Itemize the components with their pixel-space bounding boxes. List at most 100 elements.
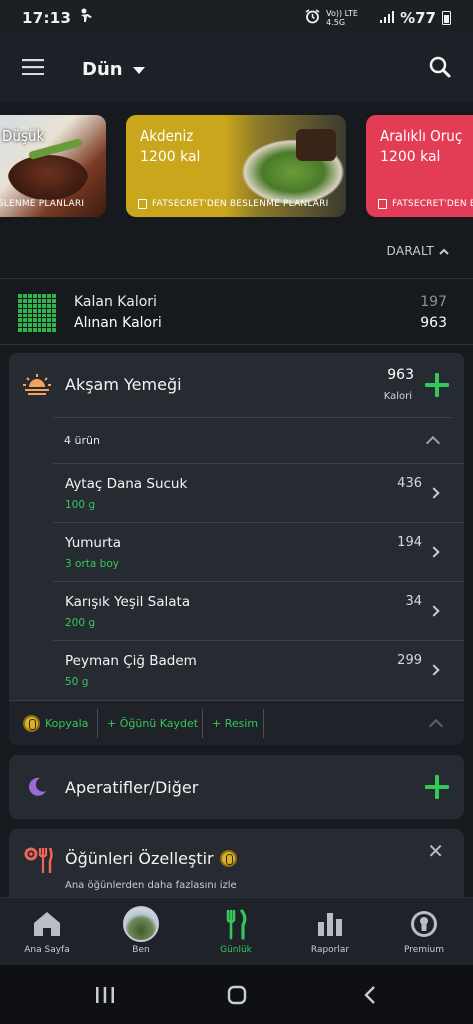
premium-coin-icon — [219, 850, 237, 867]
add-photo-button[interactable]: + Resim — [212, 701, 258, 746]
add-snack-button[interactable] — [425, 775, 449, 799]
plan-food-image — [8, 155, 88, 200]
grid-cell — [18, 298, 22, 303]
customize-subtitle: Ana öğünlerden daha fazlasını izle — [65, 880, 237, 891]
grid-cell — [42, 323, 47, 328]
food-quantity: 3 orta boy — [65, 558, 119, 570]
plan-card-low[interactable]: Düşük ESLENME PLANLARI — [0, 115, 106, 217]
consumed-calories-label: Alınan Kalori — [74, 315, 162, 331]
save-meal-button[interactable]: + Öğünü Kaydet — [107, 701, 198, 746]
divider — [0, 278, 473, 279]
consumed-calories-value: 963 — [420, 315, 447, 331]
grid-cell — [42, 298, 47, 303]
grid-cell — [27, 328, 32, 332]
plan-footer: ESLENME PLANLARI — [0, 199, 85, 209]
dinner-kcal: 963 — [387, 367, 414, 383]
food-item-row[interactable]: Peyman Çiğ Badem 50 g 299 — [53, 640, 464, 700]
grid-cell — [22, 323, 27, 328]
food-item-row[interactable]: Aytaç Dana Sucuk 100 g 436 — [53, 463, 464, 522]
grid-cell — [22, 298, 27, 303]
tab-me[interactable]: Ben — [94, 898, 188, 966]
home-nav-button[interactable] — [212, 965, 262, 1024]
date-selector[interactable]: Dün — [82, 59, 145, 80]
food-name: Aytaç Dana Sucuk — [65, 476, 188, 492]
customize-title: Öğünleri Özelleştir — [65, 849, 214, 868]
grid-cell — [18, 308, 22, 313]
copy-label: Kopyala — [45, 717, 89, 730]
plan-card-mediterranean[interactable]: Akdeniz 1200 kal FATSECRET'DEN BESLENME … — [126, 115, 346, 217]
grid-cell — [27, 298, 32, 303]
divider — [0, 344, 473, 345]
tab-home[interactable]: Ana Sayfa — [0, 898, 94, 966]
moon-icon — [27, 777, 47, 801]
save-meal-label: + Öğünü Kaydet — [107, 717, 199, 730]
grid-cell — [42, 303, 47, 308]
grid-cell — [47, 303, 52, 308]
system-nav-bar — [0, 965, 473, 1024]
grid-cell — [18, 318, 22, 323]
chevron-right-icon — [428, 664, 440, 676]
plan-kcal: 1200 kal — [140, 149, 201, 165]
recents-button[interactable] — [80, 965, 130, 1024]
grid-cell — [27, 303, 32, 308]
plan-name: Akdeniz — [140, 127, 194, 145]
grid-cell — [47, 323, 52, 328]
tab-premium[interactable]: Premium — [377, 898, 471, 966]
item-count-row[interactable]: 4 ürün — [53, 417, 453, 463]
tab-reports[interactable]: Raporlar — [283, 898, 377, 966]
close-icon[interactable]: ✕ — [427, 839, 444, 863]
chevron-right-icon — [428, 546, 440, 558]
grid-cell — [47, 298, 52, 303]
calorie-summary[interactable]: Kalan Kalori Alınan Kalori 197 963 — [0, 280, 473, 344]
grid-cell — [27, 294, 32, 298]
tab-label: Raporlar — [310, 945, 350, 955]
customize-meals-card[interactable]: Öğünleri Özelleştir Ana öğünlerden daha … — [9, 829, 464, 899]
grid-cell — [22, 313, 27, 318]
grid-cell — [42, 328, 47, 332]
food-quantity: 100 g — [65, 499, 96, 511]
remaining-calories-label: Kalan Kalori — [74, 294, 157, 310]
grid-cell — [27, 318, 32, 323]
add-dinner-button[interactable] — [425, 373, 449, 397]
back-button[interactable] — [345, 965, 395, 1024]
copy-button[interactable]: Kopyala — [23, 701, 88, 746]
grid-cell — [52, 318, 56, 323]
dinner-header[interactable]: Akşam Yemeği 963 Kalori — [9, 353, 464, 417]
plan-name: Düşük — [2, 127, 45, 145]
food-name: Peyman Çiğ Badem — [65, 653, 197, 669]
grid-cell — [52, 328, 56, 332]
plan-card-fasting[interactable]: Aralıklı Oruç 1200 kal FATSECRET'DEN BE — [366, 115, 473, 217]
utensils-icon — [220, 908, 252, 940]
grid-cell — [32, 294, 37, 298]
collapse-button[interactable]: DARALT — [387, 244, 449, 258]
alarm-icon — [305, 9, 320, 27]
grid-cell — [42, 308, 47, 313]
tab-diary[interactable]: Günlük — [189, 898, 283, 966]
person-icon — [79, 8, 95, 28]
chevron-right-icon — [428, 487, 440, 499]
grid-cell — [22, 303, 27, 308]
food-item-row[interactable]: Yumurta 3 orta boy 194 — [53, 522, 464, 581]
grid-cell — [32, 303, 37, 308]
dinner-title: Akşam Yemeği — [65, 375, 182, 394]
meal-plan-carousel[interactable]: Düşük ESLENME PLANLARI Akdeniz 1200 kal … — [0, 112, 473, 220]
food-kcal: 194 — [397, 535, 422, 550]
grid-cell — [47, 308, 52, 313]
grid-cell — [42, 318, 47, 323]
grid-cell — [27, 308, 32, 313]
map-icon — [378, 199, 387, 209]
grid-cell — [47, 313, 52, 318]
search-icon[interactable] — [429, 56, 451, 82]
food-item-row[interactable]: Karışık Yeşil Salata 200 g 34 — [53, 581, 464, 640]
avatar — [123, 906, 159, 942]
snacks-card[interactable]: Aperatifler/Diğer — [9, 755, 464, 819]
grid-cell — [37, 294, 42, 298]
meal-actions: Kopyala + Öğünü Kaydet + Resim — [9, 700, 464, 745]
chevron-right-icon — [428, 605, 440, 617]
chevron-up-icon[interactable] — [428, 718, 444, 734]
grid-cell — [37, 328, 42, 332]
grid-cell — [22, 294, 27, 298]
menu-icon[interactable] — [22, 59, 44, 79]
grid-cell — [32, 308, 37, 313]
food-kcal: 299 — [397, 653, 422, 668]
